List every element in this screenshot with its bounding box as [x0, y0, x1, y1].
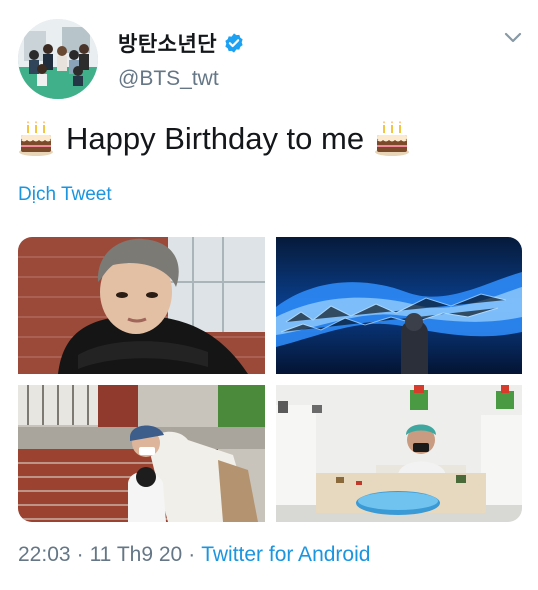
avatar[interactable]: [18, 19, 98, 99]
author-handle[interactable]: @BTS_twt: [118, 67, 219, 91]
verified-badge-icon: [225, 33, 243, 53]
photo-pool-room[interactable]: [276, 385, 522, 522]
tweet-body: Happy Birthday to me: [66, 121, 365, 156]
tweet-card: 방탄소년단 @BTS_twt Happy Birthday to me Dịch…: [0, 0, 538, 590]
photo-blue-installation[interactable]: [276, 237, 522, 374]
media-grid: [18, 237, 522, 522]
tweet-text: Happy Birthday to me: [18, 121, 410, 157]
tweet-source-link[interactable]: Twitter for Android: [201, 543, 370, 567]
photo-brick-wall[interactable]: [18, 385, 265, 522]
birthday-cake-icon: [375, 121, 410, 156]
photo-portrait[interactable]: [18, 237, 265, 374]
author-name-row[interactable]: 방탄소년단: [118, 28, 245, 58]
meta-separator: ·: [76, 543, 84, 566]
author-display-name[interactable]: 방탄소년단: [118, 28, 217, 58]
birthday-cake-icon: [19, 121, 53, 156]
translate-tweet-link[interactable]: Dịch Tweet: [18, 184, 112, 206]
tweet-meta: 22:03 · 11 Th9 20 · Twitter for Android: [18, 543, 370, 567]
tweet-date[interactable]: 11 Th9 20: [90, 543, 183, 567]
chevron-down-icon[interactable]: [504, 32, 522, 44]
meta-separator: ·: [188, 543, 196, 566]
tweet-time[interactable]: 22:03: [18, 543, 71, 567]
